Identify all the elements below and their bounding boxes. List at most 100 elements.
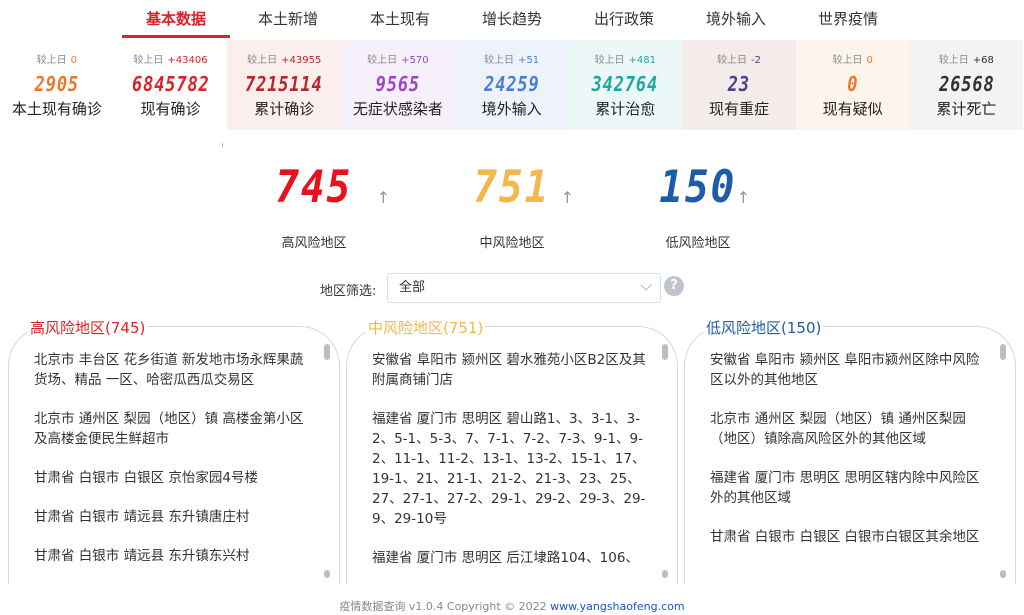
stat-label: 无症状感染者 — [352, 100, 443, 118]
region-filter-select[interactable]: 全部 — [387, 273, 661, 303]
tab-growth-trend[interactable]: 增长趋势 — [456, 0, 568, 38]
footer: 疫情数据查询 v1.0.4 Copyright © 2022 www.yangs… — [0, 598, 1024, 614]
medium-risk-panel: 中风险地区(751) 安徽省 阜阳市 颍州区 碧水雅苑小区B2区及其附属商铺门店… — [346, 314, 678, 584]
stat-value: 23 — [727, 72, 751, 96]
scrollbar[interactable] — [324, 344, 330, 578]
arrow-up-icon: ↑ — [736, 188, 750, 207]
scrollbar[interactable] — [662, 344, 668, 578]
scroll-down-icon[interactable] — [324, 570, 330, 578]
stat-compare-label: 较上日 — [36, 55, 67, 66]
stat-severe: 较上日 -2 23 现有重症 — [682, 40, 796, 130]
scroll-down-icon[interactable] — [1000, 570, 1006, 578]
medium-risk-label: 中风险地区 — [479, 236, 545, 251]
stat-delta: +51 — [518, 55, 540, 66]
stat-asymptomatic: 较上日 +570 9565 无症状感染者 — [341, 40, 455, 130]
list-item: 北京市 通州区 梨园（地区）镇 高楼金第小区及高楼金便民生鲜超市 — [34, 411, 304, 447]
tab-bar: 基本数据 本土新增 本土现有 增长趋势 出行政策 境外输入 世界疫情 — [120, 0, 904, 38]
stat-total-cured: 较上日 +481 342764 累计治愈 — [568, 40, 683, 130]
scrollbar-thumb[interactable] — [324, 344, 330, 360]
panel-title: 中风险地区(751) — [366, 318, 486, 338]
chevron-down-icon — [640, 279, 652, 291]
high-risk-count: 745 — [275, 162, 353, 213]
list-item: 甘肃省 白银市 靖远县 东升镇唐庄村 — [34, 509, 250, 525]
panel-title: 低风险地区(150) — [704, 318, 824, 338]
footer-link[interactable]: www.yangshaofeng.com — [550, 600, 684, 613]
tab-imported[interactable]: 境外输入 — [680, 0, 792, 38]
list-item: 福建省 厦门市 思明区 后江埭路104、106、 — [372, 550, 639, 566]
low-risk-label: 低风险地区 — [665, 236, 731, 251]
stat-current-confirmed: 较上日 +43406 6845782 现有确诊 — [113, 40, 228, 130]
stat-delta: -2 — [750, 55, 761, 66]
stat-delta: +43955 — [281, 55, 322, 66]
arrow-up-icon: ↑ — [560, 188, 574, 207]
stat-label: 现有确诊 — [140, 100, 201, 118]
low-risk-count: 150 — [659, 162, 737, 213]
scrollbar-thumb[interactable] — [662, 344, 668, 360]
stat-compare-label: 较上日 — [367, 55, 398, 66]
stat-label: 境外输入 — [481, 100, 542, 118]
stat-delta: 0 — [70, 55, 78, 66]
stat-label: 现有重症 — [708, 100, 769, 118]
list-item: 北京市 丰台区 花乡街道 新发地市场永辉果蔬货场、精品 一区、哈密瓜西瓜交易区 — [34, 352, 304, 388]
stat-value: 2905 — [34, 72, 80, 96]
stat-value: 6845782 — [131, 72, 210, 96]
stat-delta: +43406 — [167, 55, 208, 66]
high-risk-summary: 745 ↑ 高风险地区 — [214, 160, 414, 251]
stat-compare-label: 较上日 — [484, 55, 515, 66]
stat-value: 26568 — [938, 72, 995, 96]
panel-title: 高风险地区(745) — [28, 318, 148, 338]
stat-compare-label: 较上日 — [133, 55, 164, 66]
low-risk-summary: 150 ↑ 低风险地区 — [598, 160, 798, 251]
tab-basic-data[interactable]: 基本数据 — [120, 0, 232, 38]
high-risk-panel: 高风险地区(745) 北京市 丰台区 花乡街道 新发地市场永辉果蔬货场、精品 一… — [8, 314, 340, 584]
stat-suspected: 较上日 0 0 现有疑似 — [795, 40, 910, 130]
list-item: 甘肃省 白银市 白银区 白银市白银区其余地区 — [710, 529, 980, 545]
region-filter-value: 全部 — [399, 280, 426, 295]
medium-risk-count: 751 — [473, 162, 551, 213]
scroll-down-icon[interactable] — [662, 570, 668, 578]
stat-delta: 0 — [866, 55, 873, 66]
stat-label: 本土现有确诊 — [11, 100, 102, 118]
stat-compare-label: 较上日 — [716, 55, 747, 66]
stat-label: 累计确诊 — [254, 100, 315, 118]
help-icon[interactable]: ? — [664, 276, 684, 296]
region-list[interactable]: 安徽省 阜阳市 颍州区 阜阳市颍州区除中风险区以外的其他地区 北京市 通州区 梨… — [710, 350, 990, 580]
list-item: 安徽省 阜阳市 颍州区 碧水雅苑小区B2区及其附属商铺门店 — [372, 352, 646, 388]
region-list[interactable]: 安徽省 阜阳市 颍州区 碧水雅苑小区B2区及其附属商铺门店 福建省 厦门市 思明… — [372, 350, 652, 580]
stat-delta: +68 — [972, 55, 994, 66]
tab-local-new[interactable]: 本土新增 — [232, 0, 344, 38]
stat-value: 24259 — [483, 72, 540, 96]
list-item: 甘肃省 白银市 靖远县 东升镇东兴村 — [34, 548, 250, 564]
list-item: 北京市 通州区 梨园（地区）镇 通州区梨园（地区）镇除高风险区外的其他区域 — [710, 411, 966, 447]
stats-row: 较上日 0 2905 本土现有确诊 较上日 +43406 6845782 现有确诊 … — [0, 40, 1024, 130]
stat-label: 现有疑似 — [822, 100, 883, 118]
tab-local-current[interactable]: 本土现有 — [344, 0, 456, 38]
stat-delta: +481 — [628, 55, 657, 66]
region-filter-label: 地区筛选: — [320, 284, 377, 299]
stat-label: 累计治愈 — [595, 100, 656, 118]
medium-risk-summary: 751 ↑ 中风险地区 — [412, 160, 612, 251]
stat-value: 0 — [847, 72, 859, 96]
stat-local-current-confirmed: 较上日 0 2905 本土现有确诊 — [0, 40, 114, 130]
tab-world[interactable]: 世界疫情 — [792, 0, 904, 38]
footer-text: 疫情数据查询 v1.0.4 Copyright © 2022 — [339, 600, 547, 613]
list-item: 福建省 厦门市 思明区 碧山路1、3、3-1、3-2、5-1、5-3、7、7-1… — [372, 411, 646, 527]
low-risk-panel: 低风险地区(150) 安徽省 阜阳市 颍州区 阜阳市颍州区除中风险区以外的其他地… — [684, 314, 1016, 584]
scrollbar-thumb[interactable] — [1000, 344, 1006, 360]
stat-compare-label: 较上日 — [247, 55, 278, 66]
arrow-up-icon: ↑ — [376, 188, 390, 207]
stat-compare-label: 较上日 — [594, 55, 625, 66]
region-list[interactable]: 北京市 丰台区 花乡街道 新发地市场永辉果蔬货场、精品 一区、哈密瓜西瓜交易区 … — [34, 350, 314, 580]
list-item: 甘肃省 白银市 白银区 京怡家园4号楼 — [34, 470, 258, 486]
list-item: 安徽省 阜阳市 颍州区 阜阳市颍州区除中风险区以外的其他地区 — [710, 352, 980, 388]
stat-delta: +570 — [401, 55, 429, 66]
scrollbar[interactable] — [1000, 344, 1006, 578]
stat-total-deaths: 较上日 +68 26568 累计死亡 — [909, 40, 1024, 130]
stat-value: 7215114 — [245, 72, 324, 96]
text-cursor-icon: ᵢ — [222, 140, 224, 150]
high-risk-label: 高风险地区 — [281, 236, 347, 251]
stat-imported: 较上日 +51 24259 境外输入 — [454, 40, 569, 130]
list-item: 福建省 厦门市 思明区 思明区辖内除中风险区外的其他区域 — [710, 470, 980, 506]
stat-value: 9565 — [375, 72, 421, 96]
tab-travel-policy[interactable]: 出行政策 — [568, 0, 680, 38]
